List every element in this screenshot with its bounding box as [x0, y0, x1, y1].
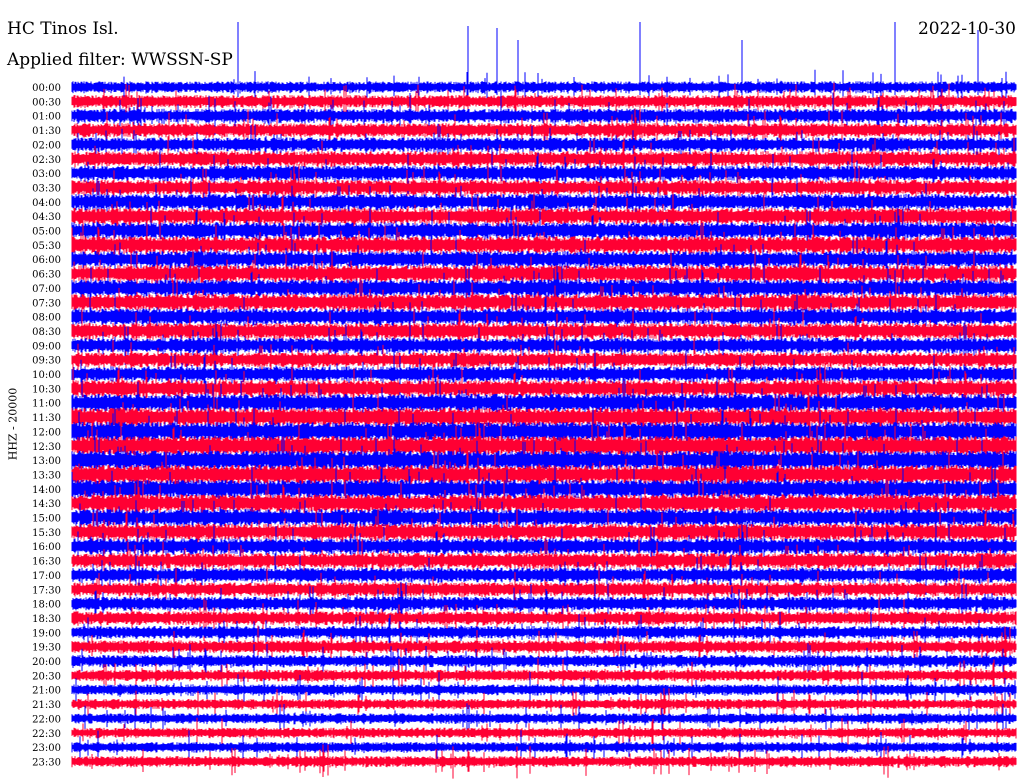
row-label: 04:00	[32, 198, 61, 209]
row-label: 09:30	[32, 356, 61, 367]
row-label: 20:30	[32, 671, 61, 682]
time-axis-labels: 00:00 00:30 01:00 01:30 02:00 02:30 03:00 03:30…	[32, 83, 61, 768]
row-label: 07:00	[32, 284, 61, 295]
row-label: 03:30	[32, 183, 61, 194]
row-label: 01:30	[32, 126, 61, 137]
row-label: 20:00	[32, 657, 61, 668]
row-label: 19:00	[32, 628, 61, 639]
date-label: 2022-10-30	[917, 19, 1016, 39]
row-label: 12:30	[32, 442, 61, 453]
helicorder-plot: 00:00 00:30 01:00 01:30 02:00 02:30 03:00 03:30…	[32, 22, 1017, 779]
row-label: 16:00	[32, 542, 61, 553]
row-label: 13:00	[32, 456, 61, 467]
row-label: 11:00	[32, 399, 61, 410]
row-label: 15:30	[32, 528, 61, 539]
row-label: 05:30	[32, 241, 61, 252]
row-label: 10:00	[32, 370, 61, 381]
row-label: 14:30	[32, 499, 61, 510]
row-label: 22:00	[32, 714, 61, 725]
row-label: 09:00	[32, 341, 61, 352]
filter-label: Applied filter: WWSSN-SP	[7, 50, 233, 70]
row-label: 02:00	[32, 140, 61, 151]
row-label: 22:30	[32, 729, 61, 740]
row-label: 01:00	[32, 112, 61, 123]
row-label: 00:00	[32, 83, 61, 94]
row-label: 13:30	[32, 470, 61, 481]
row-label: 11:30	[32, 413, 61, 424]
row-label: 12:00	[32, 427, 61, 438]
row-label: 03:00	[32, 169, 61, 180]
row-label: 04:30	[32, 212, 61, 223]
row-label: 14:00	[32, 485, 61, 496]
row-label: 17:00	[32, 571, 61, 582]
row-label: 18:00	[32, 600, 61, 611]
row-label: 23:00	[32, 743, 61, 754]
row-label: 06:30	[32, 270, 61, 281]
row-label: 15:00	[32, 514, 61, 525]
row-label: 00:30	[32, 97, 61, 108]
row-label: 18:30	[32, 614, 61, 625]
row-label: 07:30	[32, 298, 61, 309]
station-title: HC Tinos Isl.	[7, 19, 119, 39]
row-label: 21:00	[32, 686, 61, 697]
row-label: 05:00	[32, 227, 61, 238]
row-label: 23:30	[32, 757, 61, 768]
row-label: 10:30	[32, 384, 61, 395]
channel-label: HHZ - 20000	[6, 387, 20, 461]
seismic-traces	[71, 22, 1017, 779]
row-label: 16:30	[32, 557, 61, 568]
row-label: 06:00	[32, 255, 61, 266]
row-label: 19:30	[32, 643, 61, 654]
row-label: 02:30	[32, 155, 61, 166]
row-label: 21:30	[32, 700, 61, 711]
row-label: 08:30	[32, 327, 61, 338]
row-label: 08:00	[32, 313, 61, 324]
row-label: 17:30	[32, 585, 61, 596]
